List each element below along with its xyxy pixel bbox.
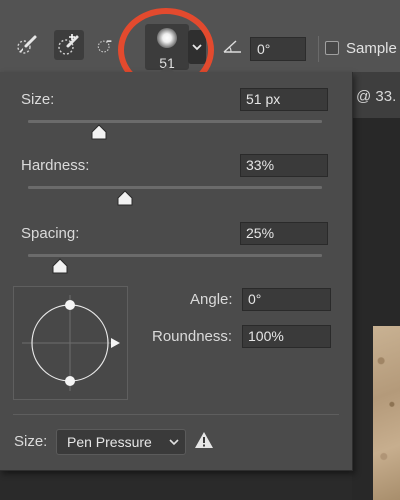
hardness-field[interactable]: 33% <box>240 154 328 177</box>
roundness-handle-bottom <box>65 376 75 386</box>
hardness-label: Hardness: <box>21 157 90 174</box>
chevron-down-icon <box>169 439 179 446</box>
panel-divider <box>13 414 339 415</box>
angle-handle <box>111 338 120 348</box>
size-dynamics-select[interactable]: Pen Pressure <box>56 429 186 455</box>
angle-field[interactable]: 0° <box>242 288 331 311</box>
size-dynamics-selected: Pen Pressure <box>67 434 152 450</box>
brush-settings-icon[interactable] <box>96 30 116 60</box>
options-bar: 51 0° Sample <box>0 0 400 92</box>
brush-preset-panel: Size: 51 px Hardness: 33% Spacing: 25% A… <box>0 65 353 471</box>
panel-pointer <box>160 65 174 72</box>
angle-label: Angle: <box>190 291 233 308</box>
angle-icon <box>223 40 241 53</box>
hardness-slider-thumb[interactable] <box>116 190 134 206</box>
sample-checkbox[interactable] <box>325 41 339 55</box>
spacing-slider-track[interactable] <box>28 254 322 257</box>
spacing-field[interactable]: 25% <box>240 222 328 245</box>
spacing-label: Spacing: <box>21 225 80 242</box>
new-brush-icon[interactable] <box>54 30 84 60</box>
canvas-image <box>373 326 400 500</box>
roundness-field[interactable]: 100% <box>242 325 331 348</box>
roundness-handle-top <box>65 300 75 310</box>
brush-angle-roundness-preview[interactable] <box>13 286 128 400</box>
size-label: Size: <box>21 91 55 108</box>
document-tab[interactable]: @ 33. <box>356 88 396 105</box>
size-slider-track[interactable] <box>28 120 322 123</box>
sample-label: Sample <box>346 40 397 57</box>
separator <box>318 36 319 62</box>
hardness-slider-track[interactable] <box>28 186 322 189</box>
size-dynamics-label: Size: <box>14 433 48 450</box>
warning-icon <box>195 432 213 448</box>
spacing-slider-thumb[interactable] <box>51 258 69 274</box>
size-field[interactable]: 51 px <box>240 88 328 111</box>
size-slider-thumb[interactable] <box>90 124 108 140</box>
roundness-label: Roundness: <box>152 328 233 345</box>
brush-tool-icon[interactable] <box>12 30 42 60</box>
brush-angle-field[interactable]: 0° <box>250 37 306 61</box>
